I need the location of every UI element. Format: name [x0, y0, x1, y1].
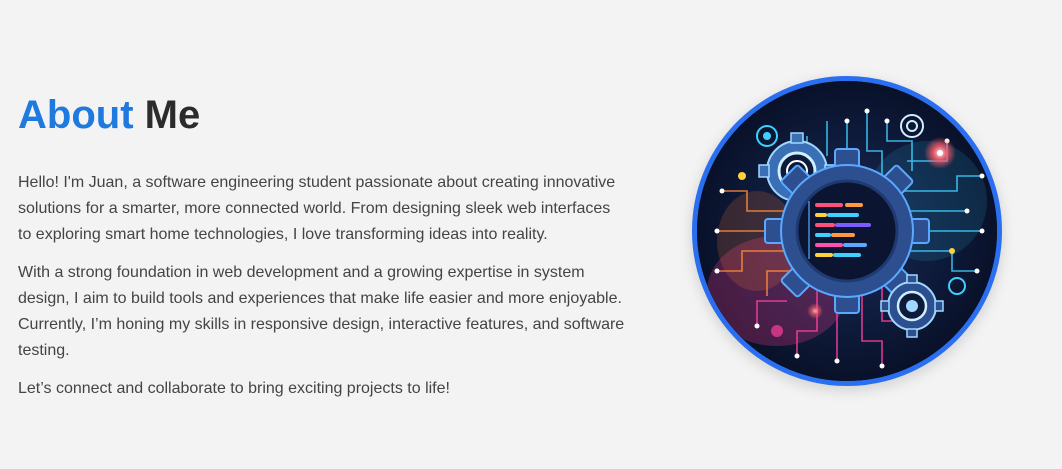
about-paragraph-intro: Hello! I'm Juan, a software engineering …: [18, 174, 616, 243]
about-profile-image: [692, 76, 1002, 386]
about-title-accent: About: [18, 93, 134, 137]
about-paragraph-cta: Let’s connect and collaborate to bring e…: [18, 380, 450, 397]
about-title-rest: Me: [144, 93, 201, 137]
gear-code-circuit-illustration-icon: [697, 81, 997, 381]
about-paragraph-skills: With a strong foundation in web developm…: [18, 264, 625, 359]
about-title: About Me: [18, 90, 628, 140]
about-section: About Me Hello! I'm Juan, a software eng…: [0, 0, 1062, 469]
about-text-block: About Me Hello! I'm Juan, a software eng…: [18, 90, 628, 414]
